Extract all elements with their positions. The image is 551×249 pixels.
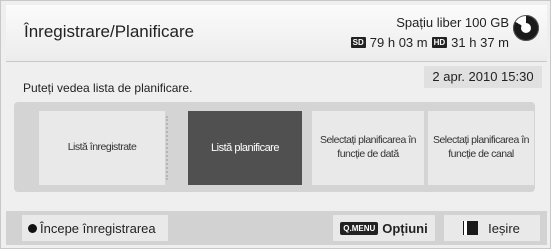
record-dot-icon <box>28 223 37 233</box>
recording-schedule-window: Înregistrare/Planificare Spațiu liber 10… <box>0 0 551 249</box>
hd-time: 31 h 37 m <box>451 35 509 50</box>
separator <box>166 116 168 180</box>
options-label: Opțiuni <box>382 220 428 236</box>
option-schedule-by-date[interactable]: Selectați planificarea în funcție de dat… <box>312 111 424 185</box>
exit-icon <box>464 221 479 235</box>
options-panel: Listă înregistrate Listă planificare Sel… <box>14 102 535 192</box>
remaining-time: SD 79 h 03 m HD 31 h 37 m <box>350 35 509 50</box>
exit-label: Ieșire <box>488 220 520 236</box>
hd-badge: HD <box>431 37 448 48</box>
option-schedule-list[interactable]: Listă planificare <box>188 111 302 185</box>
footer-bar: Începe înregistrarea Q.MENU Opțiuni Ieși… <box>6 211 547 245</box>
description-text: Puteți vedea lista de planificare. <box>23 81 193 95</box>
start-recording-button[interactable]: Începe înregistrarea <box>22 215 168 241</box>
sd-time: 79 h 03 m <box>369 35 428 50</box>
options-button[interactable]: Q.MENU Opțiuni <box>333 215 435 241</box>
sd-badge: SD <box>350 37 366 48</box>
option-recorded-list[interactable]: Listă înregistrate <box>39 111 165 185</box>
window-title: Înregistrare/Planificare <box>24 22 195 41</box>
exit-button[interactable]: Ieșire <box>444 215 540 241</box>
free-space-label: Spațiu liber 100 GB <box>396 15 509 30</box>
qmenu-icon: Q.MENU <box>340 221 379 235</box>
current-datetime: 2 apr. 2010 15:30 <box>424 66 542 88</box>
header-bar: Înregistrare/Planificare Spațiu liber 10… <box>6 5 547 62</box>
start-recording-label: Începe înregistrarea <box>40 220 156 236</box>
option-schedule-by-channel[interactable]: Selectați planificarea în funcție de can… <box>428 111 534 185</box>
storage-pie-icon <box>513 15 539 41</box>
